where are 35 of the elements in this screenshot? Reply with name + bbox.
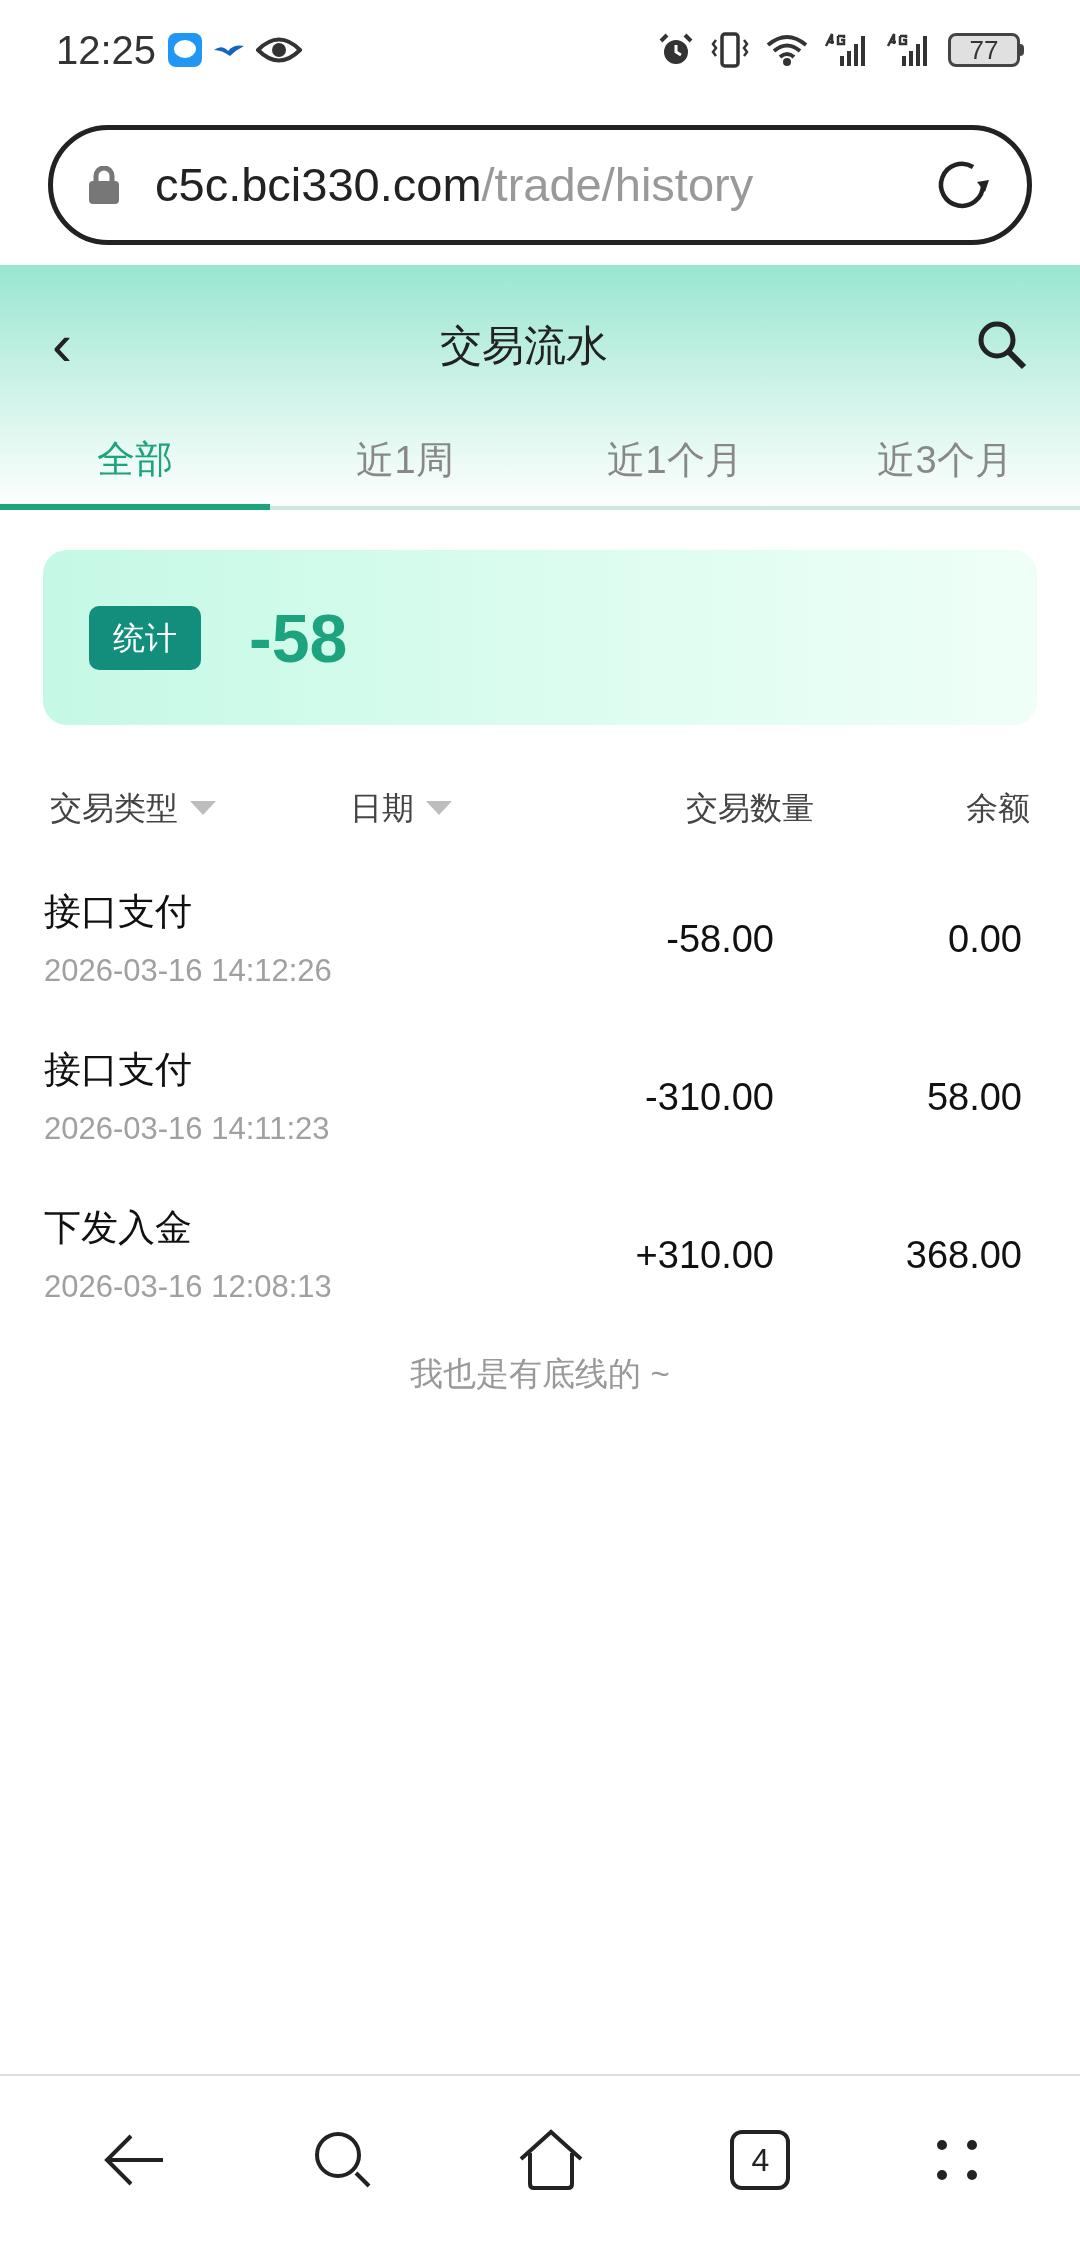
eye-icon	[256, 35, 303, 65]
column-header: 余额	[966, 788, 1030, 828]
transaction-amount: -310.00	[645, 1074, 774, 1120]
transaction-amount: +310.00	[635, 1232, 774, 1278]
home-icon[interactable]	[517, 2129, 584, 2191]
search-icon[interactable]	[313, 2131, 372, 2189]
address-bar[interactable]: c5c.bci330.com/trade/history	[48, 125, 1032, 245]
balance-value: 58.00	[926, 1074, 1022, 1120]
transaction-date: 2026-03-16 14:12:26	[44, 951, 333, 990]
column-header[interactable]: 日期	[350, 783, 414, 832]
menu-icon[interactable]	[936, 2140, 977, 2180]
battery-indicator: 77	[948, 33, 1024, 67]
transaction-type: 下发入金	[44, 1206, 193, 1250]
lock-icon	[89, 166, 119, 204]
tabs-button[interactable]: 4	[730, 2130, 791, 2190]
end-of-list-note: 我也是有底线的 ~	[410, 1354, 670, 1394]
page-title: 交易流水	[440, 320, 608, 371]
transaction-amount: -58.00	[666, 916, 774, 962]
back-button[interactable]: ‹	[52, 315, 72, 375]
column-header: 交易数量	[686, 788, 814, 828]
chat-app-icon	[168, 33, 203, 67]
vibrate-icon	[710, 32, 750, 68]
transaction-date: 2026-03-16 12:08:13	[44, 1267, 333, 1306]
total-amount: -58	[249, 598, 348, 678]
balance-value: 0.00	[948, 916, 1022, 962]
search-icon[interactable]	[976, 319, 1028, 371]
stats-badge: 统计	[89, 605, 201, 670]
wifi-icon	[766, 33, 808, 67]
transaction-type: 接口支付	[44, 890, 193, 934]
clock-time: 12:25	[56, 27, 157, 74]
balance-value: 368.00	[905, 1232, 1022, 1278]
transaction-date: 2026-03-16 14:11:23	[44, 1109, 331, 1148]
column-header[interactable]: 交易类型	[50, 783, 178, 832]
transaction-type: 接口支付	[44, 1048, 193, 1092]
url-text: c5c.bci330.com/trade/history	[155, 156, 754, 213]
